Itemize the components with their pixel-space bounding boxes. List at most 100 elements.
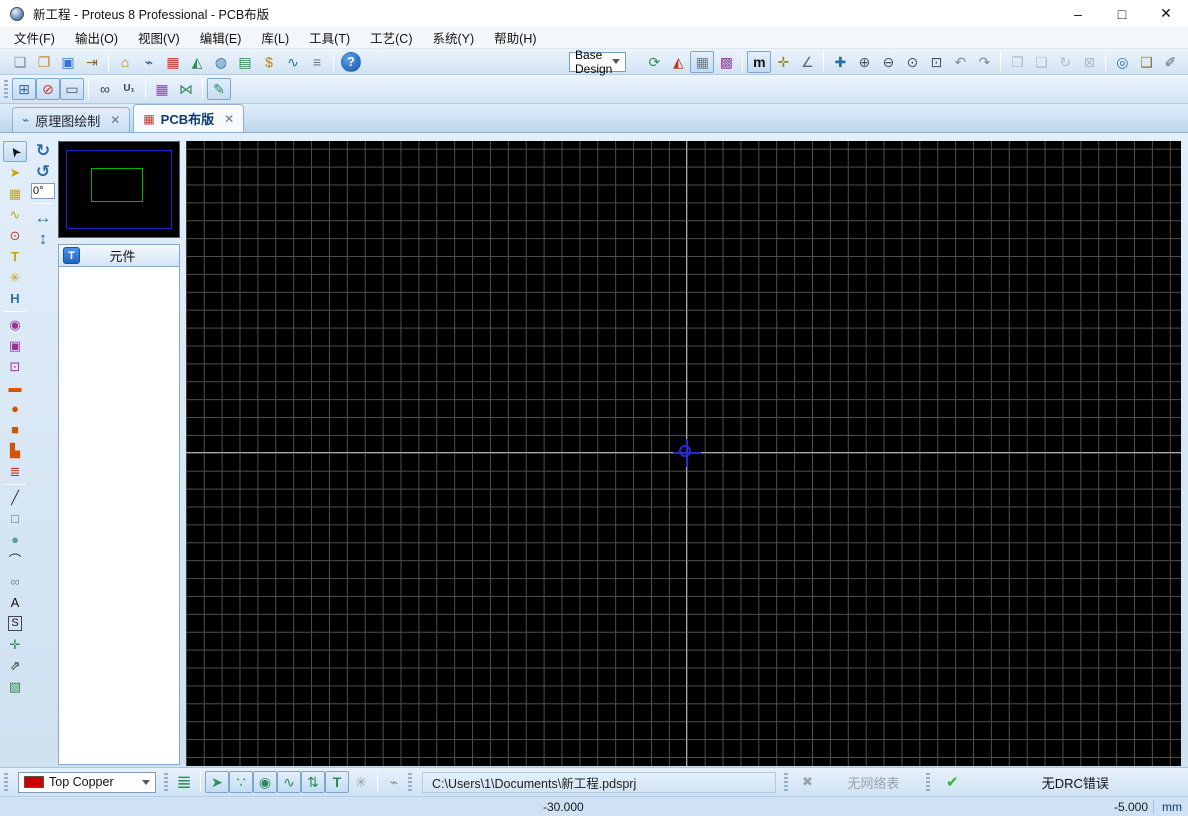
toggle-ratsnest-button[interactable]: ⇅ bbox=[301, 771, 325, 793]
2d-path-mode-button[interactable]: ∞ bbox=[3, 571, 27, 592]
marker-mode-button[interactable]: ✛ bbox=[3, 634, 27, 655]
search-components-button[interactable]: ∞ bbox=[93, 78, 117, 100]
menu-technology[interactable]: 工艺(C) bbox=[360, 26, 422, 49]
block-move-button[interactable]: ❏ bbox=[1029, 51, 1053, 73]
maximize-button[interactable]: □ bbox=[1100, 0, 1144, 27]
design-explorer-button[interactable]: ▤ bbox=[233, 51, 257, 73]
toolbar-grip[interactable] bbox=[408, 773, 412, 791]
ratsnest-mode-button[interactable]: ✳ bbox=[3, 267, 27, 288]
3d-visualizer-button[interactable]: ◭ bbox=[185, 51, 209, 73]
connectivity-highlight-mode-button[interactable]: T bbox=[3, 246, 27, 267]
menu-edit[interactable]: 编辑(E) bbox=[190, 26, 252, 49]
toggle-components-button[interactable]: ➤ bbox=[205, 771, 229, 793]
false-origin-button[interactable]: ✛ bbox=[771, 51, 795, 73]
pcb-layout-button[interactable]: ▦ bbox=[161, 51, 185, 73]
2d-circle-mode-button[interactable]: ● bbox=[3, 529, 27, 550]
save-project-button[interactable]: ▣ bbox=[56, 51, 80, 73]
block-delete-button[interactable]: ⊠ bbox=[1077, 51, 1101, 73]
layer-selector[interactable]: Top Copper bbox=[18, 772, 156, 793]
toggle-force-vectors-button[interactable]: ✳ bbox=[349, 771, 373, 793]
make-device-button[interactable]: ✐ bbox=[1158, 51, 1182, 73]
net-highlight-mode-button[interactable]: H bbox=[3, 288, 27, 309]
round-pad-mode-button[interactable]: ◉ bbox=[3, 314, 27, 335]
smt-square-pad-mode-button[interactable]: ■ bbox=[3, 419, 27, 440]
toolbar-grip[interactable] bbox=[784, 773, 788, 791]
open-project-button[interactable]: ❐ bbox=[32, 51, 56, 73]
auto-trace-selection-button[interactable]: ⊞ bbox=[12, 78, 36, 100]
rotate-clockwise-button[interactable]: ↻ bbox=[32, 141, 54, 161]
bill-of-materials-button[interactable]: $ bbox=[257, 51, 281, 73]
trace-angle-lock-button[interactable]: ⊘ bbox=[36, 78, 60, 100]
toggle-selector-button[interactable]: T bbox=[63, 247, 80, 264]
2d-arc-mode-button[interactable]: ⌒ bbox=[3, 550, 27, 571]
minimize-button[interactable]: – bbox=[1056, 0, 1100, 27]
block-copy-button[interactable]: ❐ bbox=[1005, 51, 1029, 73]
close-button[interactable]: ✕ bbox=[1144, 0, 1188, 27]
new-package-button[interactable]: ❑ bbox=[1134, 51, 1158, 73]
design-selector[interactable]: Base Design bbox=[569, 52, 626, 72]
auto-annotate-button[interactable]: U₁ bbox=[117, 78, 141, 100]
toggle-pads-button[interactable]: ∵ bbox=[229, 771, 253, 793]
menu-view[interactable]: 视图(V) bbox=[128, 26, 190, 49]
flip-layer-button[interactable]: ◭ bbox=[666, 51, 690, 73]
dimension-mode-button[interactable]: ⇗ bbox=[3, 655, 27, 676]
package-mode-button[interactable]: ▦ bbox=[3, 183, 27, 204]
measure-button[interactable]: ✎ bbox=[207, 78, 231, 100]
2d-text-mode-button[interactable]: A bbox=[3, 592, 27, 613]
overview-minimap[interactable] bbox=[58, 141, 180, 238]
redraw-button[interactable]: ⟳ bbox=[642, 51, 666, 73]
smt-polygon-pad-mode-button[interactable]: ▙ bbox=[3, 440, 27, 461]
menu-system[interactable]: 系统(Y) bbox=[422, 26, 484, 49]
gerber-viewer-button[interactable]: ◍ bbox=[209, 51, 233, 73]
menu-output[interactable]: 输出(O) bbox=[65, 26, 128, 49]
grid-toggle-button[interactable]: ▦ bbox=[690, 51, 714, 73]
menu-library[interactable]: 库(L) bbox=[251, 26, 299, 49]
via-mode-button[interactable]: ⊙ bbox=[3, 225, 27, 246]
component-list[interactable] bbox=[58, 267, 180, 765]
mirror-vertical-button[interactable]: ↕ bbox=[32, 229, 54, 249]
track-mode-button[interactable]: ∿ bbox=[3, 204, 27, 225]
selection-mode-button[interactable]: ➤ bbox=[3, 141, 27, 162]
2d-box-mode-button[interactable]: □ bbox=[3, 508, 27, 529]
pcb-editing-canvas[interactable] bbox=[186, 141, 1181, 766]
menu-help[interactable]: 帮助(H) bbox=[484, 26, 546, 49]
simulation-meter-button[interactable]: ∿ bbox=[281, 51, 305, 73]
zoom-area-button[interactable]: ⊡ bbox=[924, 51, 948, 73]
zoom-all-button[interactable]: ⊙ bbox=[900, 51, 924, 73]
toolbar-grip[interactable] bbox=[4, 80, 8, 98]
rotate-anticlockwise-button[interactable]: ↺ bbox=[32, 162, 54, 182]
layer-stack-button[interactable]: ≣ bbox=[172, 771, 196, 793]
zoom-to-component-button[interactable]: ◎ bbox=[1110, 51, 1134, 73]
trace-style-button[interactable]: ⌁ bbox=[382, 771, 406, 793]
zone-mode-button[interactable]: ▧ bbox=[3, 676, 27, 697]
project-notes-button[interactable]: ≡ bbox=[305, 51, 329, 73]
component-mode-button[interactable]: ➤ bbox=[3, 162, 27, 183]
tab-schematic-capture[interactable]: ⌁ 原理图绘制 ✕ bbox=[12, 107, 130, 132]
home-page-button[interactable]: ⌂ bbox=[113, 51, 137, 73]
auto-router-button[interactable]: ⋈ bbox=[174, 78, 198, 100]
block-rotate-button[interactable]: ↻ bbox=[1053, 51, 1077, 73]
select-filter-button[interactable]: ▭ bbox=[60, 78, 84, 100]
2d-symbol-mode-button[interactable]: S bbox=[3, 613, 27, 634]
redo-button[interactable]: ↷ bbox=[972, 51, 996, 73]
toggle-tracks-button[interactable]: ∿ bbox=[277, 771, 301, 793]
zoom-in-button[interactable]: ⊕ bbox=[852, 51, 876, 73]
smt-circle-pad-mode-button[interactable]: ● bbox=[3, 398, 27, 419]
toolbar-grip[interactable] bbox=[926, 773, 930, 791]
polar-coordinates-button[interactable]: ∠ bbox=[795, 51, 819, 73]
toolbar-grip[interactable] bbox=[4, 773, 8, 791]
metric-toggle-button[interactable]: m bbox=[747, 51, 771, 73]
edge-pad-mode-button[interactable]: ▬ bbox=[3, 377, 27, 398]
schematic-capture-button[interactable]: ⌁ bbox=[137, 51, 161, 73]
help-button[interactable]: ? bbox=[341, 52, 361, 72]
toolbar-grip[interactable] bbox=[164, 773, 168, 791]
toggle-text-button[interactable]: T bbox=[325, 771, 349, 793]
dil-pad-mode-button[interactable]: ⊡ bbox=[3, 356, 27, 377]
menu-file[interactable]: 文件(F) bbox=[4, 26, 65, 49]
2d-line-mode-button[interactable]: ╱ bbox=[3, 487, 27, 508]
design-rule-manager-button[interactable]: ▦ bbox=[150, 78, 174, 100]
toggle-vias-button[interactable]: ◉ bbox=[253, 771, 277, 793]
square-pad-mode-button[interactable]: ▣ bbox=[3, 335, 27, 356]
close-tab-icon[interactable]: ✕ bbox=[224, 112, 234, 126]
zoom-out-button[interactable]: ⊖ bbox=[876, 51, 900, 73]
